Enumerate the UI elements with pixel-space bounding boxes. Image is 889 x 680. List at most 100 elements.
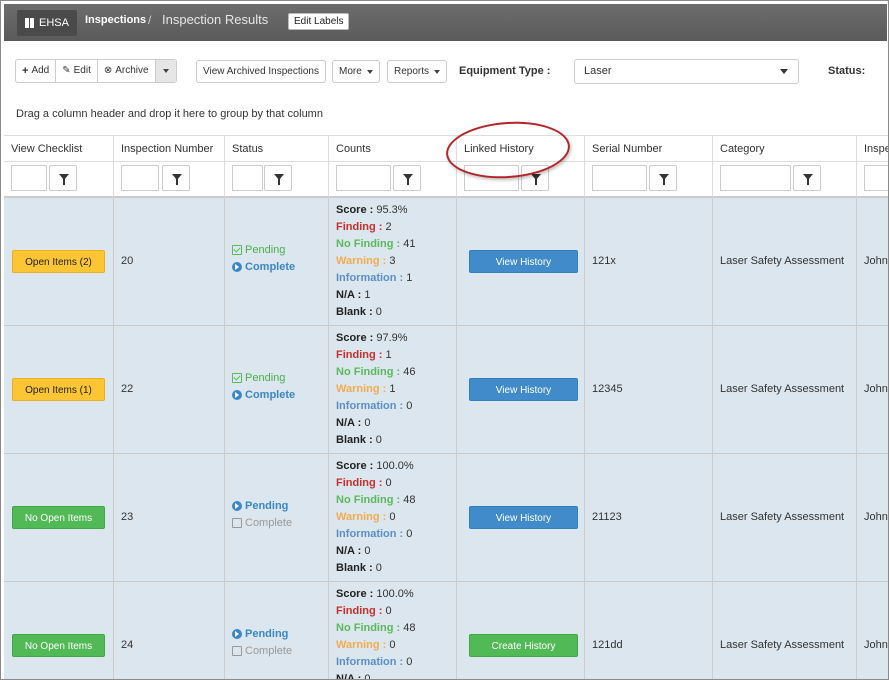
- filter-input[interactable]: [720, 165, 791, 191]
- count-score: Score : 100.0%: [336, 588, 414, 600]
- filter-button[interactable]: [521, 165, 549, 191]
- table-row[interactable]: No Open Items 23 Pending Complete Score …: [4, 454, 888, 582]
- column-header-category[interactable]: Category: [713, 135, 857, 162]
- cell-inspector: John: [857, 582, 888, 679]
- filter-input[interactable]: [464, 165, 519, 191]
- filter-input[interactable]: [592, 165, 647, 191]
- group-by-drop-zone[interactable]: Drag a column header and drop it here to…: [16, 108, 323, 120]
- edit-labels-button[interactable]: Edit Labels: [288, 13, 350, 30]
- add-button[interactable]: + Add: [16, 60, 57, 82]
- cell-counts: Score : 100.0% Finding : 0 No Finding : …: [329, 454, 457, 582]
- count-score: Score : 97.9%: [336, 332, 408, 344]
- count-no-finding: No Finding : 48: [336, 494, 416, 506]
- filter-button[interactable]: [162, 165, 190, 191]
- more-dropdown-button[interactable]: More: [332, 60, 380, 83]
- filter-button[interactable]: [393, 165, 421, 191]
- arrow-circle-right-icon: [232, 501, 242, 511]
- table-row[interactable]: Open Items (2) 20 Pending Complete Score…: [4, 198, 888, 326]
- cell-status: Pending Complete: [225, 326, 329, 454]
- filter-button[interactable]: [793, 165, 821, 191]
- filter-button[interactable]: [649, 165, 677, 191]
- open-items-button[interactable]: Open Items (1): [12, 378, 105, 401]
- inspection-number: 20: [121, 255, 134, 267]
- status-complete-current[interactable]: Complete: [232, 261, 295, 273]
- column-header-inspector[interactable]: Inspe: [857, 135, 888, 162]
- category: Laser Safety Assessment: [720, 383, 845, 395]
- count-na: N/A : 0: [336, 673, 371, 680]
- status-pending-current[interactable]: Pending: [232, 500, 288, 512]
- action-button-group: + Add ✎ Edit ⊗ Archive: [15, 59, 177, 83]
- count-blank: Blank : 0: [336, 434, 382, 446]
- inspector: John: [864, 255, 888, 267]
- view-history-button[interactable]: View History: [469, 506, 578, 529]
- column-header-linked-history[interactable]: Linked History: [457, 135, 585, 162]
- status-pending-current[interactable]: Pending: [232, 628, 288, 640]
- arrow-circle-right-icon: [232, 390, 242, 400]
- status-complete-todo[interactable]: Complete: [232, 517, 292, 529]
- cell-serial-number: 121x: [585, 198, 713, 326]
- add-label: Add: [31, 65, 50, 76]
- brand-logo[interactable]: EHSA: [17, 10, 77, 36]
- filter-input[interactable]: [336, 165, 391, 191]
- table-row[interactable]: Open Items (1) 22 Pending Complete Score…: [4, 326, 888, 454]
- no-open-items-button[interactable]: No Open Items: [12, 634, 105, 657]
- filter-cell-linked-history: [457, 162, 585, 198]
- brand-name: EHSA: [39, 17, 69, 29]
- no-open-items-button[interactable]: No Open Items: [12, 506, 105, 529]
- reports-dropdown-button[interactable]: Reports: [387, 60, 448, 83]
- open-items-button[interactable]: Open Items (2): [12, 250, 105, 273]
- checkbox-empty-icon: [232, 518, 242, 528]
- count-warning: Warning : 1: [336, 383, 396, 395]
- edit-label: Edit: [73, 65, 91, 76]
- inspection-number: 22: [121, 383, 134, 395]
- column-header-status[interactable]: Status: [225, 135, 329, 162]
- filter-input[interactable]: [864, 165, 888, 191]
- count-no-finding: No Finding : 41: [336, 238, 416, 250]
- equipment-type-select[interactable]: Laser: [574, 59, 799, 84]
- cell-inspector: John: [857, 454, 888, 582]
- view-archived-label: View Archived Inspections: [203, 66, 319, 77]
- column-header-counts[interactable]: Counts: [329, 135, 457, 162]
- create-history-button[interactable]: Create History: [469, 634, 578, 657]
- filter-input[interactable]: [232, 165, 263, 191]
- chevron-down-icon: [366, 69, 373, 74]
- filter-button[interactable]: [49, 165, 77, 191]
- status-pending-done[interactable]: Pending: [232, 244, 285, 256]
- serial-number: 21123: [592, 511, 622, 523]
- cell-inspection-number: 24: [114, 582, 225, 679]
- archive-dropdown-toggle[interactable]: [155, 60, 176, 82]
- filter-input[interactable]: [121, 165, 159, 191]
- count-warning: Warning : 3: [336, 255, 396, 267]
- serial-number: 121dd: [592, 639, 623, 651]
- view-history-button[interactable]: View History: [469, 250, 578, 273]
- status-pending-done[interactable]: Pending: [232, 372, 285, 384]
- archive-circle-icon: ⊗: [103, 65, 113, 76]
- table-row[interactable]: No Open Items 24 Pending Complete Score …: [4, 582, 888, 680]
- count-na: N/A : 0: [336, 417, 371, 429]
- status-complete-current[interactable]: Complete: [232, 389, 295, 401]
- cell-inspector: John: [857, 326, 888, 454]
- view-archived-button[interactable]: View Archived Inspections: [196, 60, 326, 83]
- cell-serial-number: 121dd: [585, 582, 713, 679]
- status-pending-label: Pending: [245, 244, 286, 256]
- counts-list: Score : 95.3% Finding : 2 No Finding : 4…: [336, 202, 415, 321]
- cell-status: Pending Complete: [225, 198, 329, 326]
- breadcrumb-inspections[interactable]: Inspections: [85, 14, 146, 26]
- edit-button[interactable]: ✎ Edit: [56, 60, 98, 82]
- inspection-number: 24: [121, 639, 134, 651]
- column-header-inspection-number[interactable]: Inspection Number: [114, 135, 225, 162]
- count-score: Score : 95.3%: [336, 204, 408, 216]
- chevron-down-icon: [162, 69, 169, 73]
- column-header-view-checklist[interactable]: View Checklist: [4, 135, 114, 162]
- breadcrumb-separator: /: [148, 13, 152, 27]
- count-finding: Finding : 0: [336, 605, 392, 617]
- status-complete-todo[interactable]: Complete: [232, 645, 292, 657]
- column-header-serial-number[interactable]: Serial Number: [585, 135, 713, 162]
- counts-list: Score : 100.0% Finding : 0 No Finding : …: [336, 586, 415, 680]
- count-blank: Blank : 0: [336, 562, 382, 574]
- filter-input[interactable]: [11, 165, 47, 191]
- view-history-button[interactable]: View History: [469, 378, 578, 401]
- top-header-bar: EHSA Inspections / Inspection Results Ed…: [4, 4, 887, 41]
- filter-button[interactable]: [264, 165, 292, 191]
- archive-button[interactable]: ⊗ Archive: [98, 60, 156, 82]
